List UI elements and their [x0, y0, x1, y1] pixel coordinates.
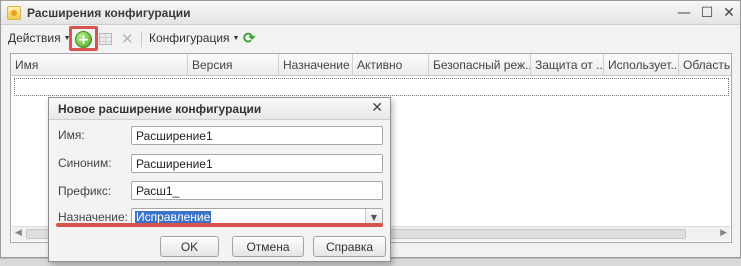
actions-menu-label: Действия: [8, 31, 61, 45]
close-button[interactable]: ✕: [718, 3, 740, 23]
synonym-label: Синоним:: [58, 156, 112, 170]
column-header-name[interactable]: Имя: [11, 54, 188, 75]
cancel-button[interactable]: Отмена: [232, 236, 304, 257]
dialog-titlebar: Новое расширение конфигурации ✕: [49, 98, 390, 120]
synonym-field[interactable]: [131, 154, 383, 173]
prefix-label: Префикс:: [58, 184, 112, 198]
column-header-safe-mode[interactable]: Безопасный реж...: [429, 54, 531, 75]
window-title: Расширения конфигурации: [27, 6, 191, 20]
dialog-close-icon[interactable]: ✕: [371, 100, 383, 116]
refresh-icon[interactable]: ⟳: [243, 29, 256, 47]
purpose-highlight-underline: [56, 223, 383, 227]
column-header-active[interactable]: Активно: [353, 54, 429, 75]
delete-icon[interactable]: ✕: [121, 30, 134, 48]
chevron-down-icon: ▼: [232, 35, 240, 42]
name-field[interactable]: [131, 126, 383, 145]
scroll-right-icon[interactable]: ▶: [720, 228, 727, 238]
table-header: Имя Версия Назначение Активно Безопасный…: [11, 54, 731, 76]
toolbar: Действия ▼ + ✕ Конфигурация ▼ ⟳: [1, 26, 740, 51]
column-header-protection[interactable]: Защита от ...: [531, 54, 604, 75]
minimize-button[interactable]: —: [673, 3, 695, 23]
ok-button[interactable]: OK: [160, 236, 219, 257]
configuration-menu-label: Конфигурация: [149, 31, 230, 45]
configuration-menu[interactable]: Конфигурация ▼: [149, 31, 239, 45]
table-row[interactable]: [14, 78, 729, 96]
window-titlebar: Расширения конфигурации — ☐ ✕: [1, 1, 740, 25]
help-button[interactable]: Справка: [313, 236, 386, 257]
table-icon[interactable]: [99, 33, 112, 45]
add-icon[interactable]: +: [75, 31, 92, 48]
actions-menu[interactable]: Действия ▼: [8, 31, 71, 45]
new-extension-dialog: Новое расширение конфигурации ✕ Имя: Син…: [48, 97, 391, 262]
column-header-scope[interactable]: Область ...: [679, 54, 731, 75]
dialog-title: Новое расширение конфигурации: [58, 102, 262, 116]
purpose-label: Назначение:: [58, 210, 129, 224]
maximize-button[interactable]: ☐: [696, 3, 718, 23]
column-header-purpose[interactable]: Назначение: [279, 54, 353, 75]
name-label: Имя:: [58, 128, 85, 142]
column-header-uses[interactable]: Использует...: [604, 54, 679, 75]
app-icon: [7, 6, 21, 20]
column-header-version[interactable]: Версия: [188, 54, 279, 75]
scroll-left-icon[interactable]: ◀: [15, 228, 22, 238]
prefix-field[interactable]: [131, 181, 383, 200]
toolbar-separator: [141, 31, 142, 47]
